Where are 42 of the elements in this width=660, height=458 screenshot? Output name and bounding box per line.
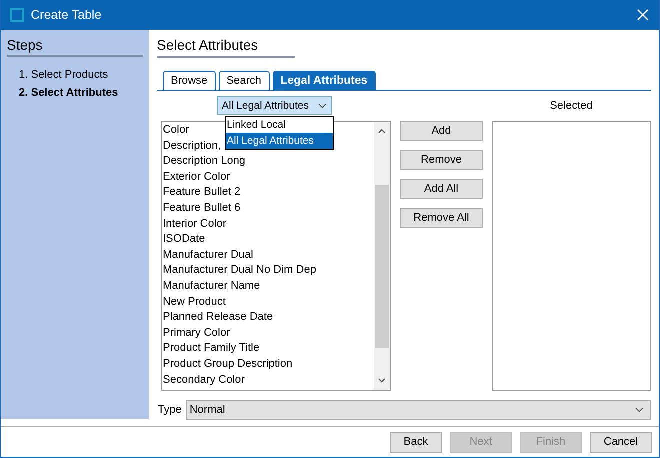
tab[interactable]: Legal Attributes bbox=[272, 71, 376, 90]
list-item[interactable]: Manufacturer Dual bbox=[162, 248, 374, 264]
dropdown-option[interactable]: All Legal Attributes bbox=[226, 133, 333, 149]
list-item[interactable]: Product Family Title bbox=[162, 341, 374, 357]
window-title: Create Table bbox=[31, 8, 103, 22]
action-button[interactable]: Remove bbox=[400, 150, 483, 170]
list-item[interactable]: Feature Bullet 6 bbox=[162, 200, 374, 217]
list-item[interactable]: Product Group Description bbox=[162, 356, 374, 372]
footer-button[interactable]: Back bbox=[390, 432, 442, 452]
step-item: 1. Select Products bbox=[18, 68, 110, 83]
selected-label: Selected bbox=[549, 99, 594, 114]
list-item[interactable]: Planned Release Date bbox=[162, 310, 374, 326]
list-item[interactable]: Interior Color bbox=[162, 216, 374, 232]
scrollbar[interactable] bbox=[374, 122, 390, 390]
list-item[interactable]: Manufacturer Name bbox=[162, 278, 374, 295]
chevron-down-icon bbox=[318, 102, 327, 108]
close-icon[interactable] bbox=[637, 9, 649, 21]
steps-heading: Steps bbox=[7, 37, 143, 57]
action-button[interactable]: Add bbox=[400, 121, 483, 141]
list-item[interactable]: Manufacturer Dual No Dim Dep bbox=[162, 263, 374, 279]
dropdown-option[interactable]: Linked Local bbox=[226, 117, 333, 133]
filter-dropdown[interactable]: All Legal Attributes bbox=[217, 96, 332, 115]
list-item[interactable]: Feature Bullet 2 bbox=[162, 185, 374, 201]
chevron-down-icon bbox=[635, 407, 644, 413]
tab[interactable]: Search bbox=[218, 71, 270, 90]
footer-button[interactable]: Cancel bbox=[590, 432, 652, 452]
scroll-down-icon[interactable] bbox=[378, 378, 386, 383]
window-icon bbox=[10, 8, 24, 22]
scroll-up-icon[interactable] bbox=[378, 129, 386, 134]
action-button[interactable]: Remove All bbox=[400, 208, 483, 228]
action-button[interactable]: Add All bbox=[400, 179, 483, 199]
type-label: Type bbox=[158, 404, 182, 416]
list-item[interactable]: Description Long bbox=[162, 154, 374, 170]
list-item[interactable]: Primary Color bbox=[162, 326, 374, 342]
list-item[interactable]: Exterior Color bbox=[162, 170, 374, 186]
list-item[interactable]: New Product bbox=[162, 294, 374, 310]
list-item[interactable]: ISODate bbox=[162, 232, 374, 248]
step-item: 2. Select Attributes bbox=[18, 86, 120, 101]
tab[interactable]: Browse bbox=[163, 71, 216, 90]
page-title: Select Attributes bbox=[157, 37, 295, 58]
list-item[interactable]: Secondary Color bbox=[162, 372, 374, 388]
type-dropdown[interactable]: Normal bbox=[186, 400, 651, 420]
